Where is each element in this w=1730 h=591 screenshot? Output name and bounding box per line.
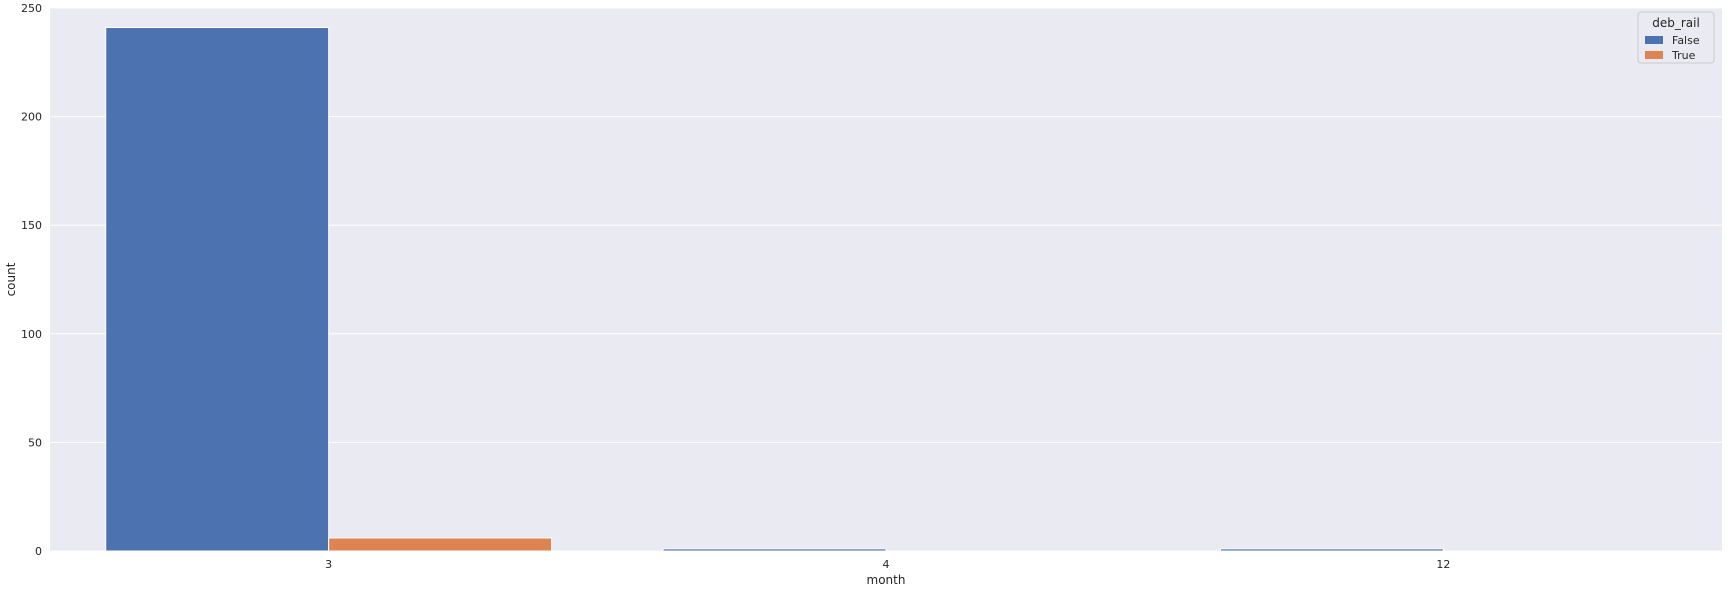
x-axis-label: month bbox=[867, 573, 906, 587]
bar-true-3 bbox=[328, 537, 553, 552]
chart-container: 0 50 100 150 200 250 3 4 12 month count deb_rai… bbox=[0, 0, 1730, 591]
legend-title: deb_rail bbox=[1652, 16, 1700, 30]
bar-chart: 0 50 100 150 200 250 3 4 12 month count deb_rai… bbox=[4, 2, 1722, 587]
legend-swatch-false bbox=[1645, 36, 1663, 44]
y-tick-label: 100 bbox=[21, 328, 42, 341]
legend-label-true: True bbox=[1671, 49, 1696, 62]
y-tick-label: 0 bbox=[35, 545, 42, 558]
bar-false-4 bbox=[662, 548, 887, 552]
x-tick-label: 4 bbox=[883, 558, 890, 571]
y-tick-label: 50 bbox=[28, 436, 42, 449]
y-tick-label: 250 bbox=[21, 2, 42, 15]
x-tick-label: 12 bbox=[1436, 558, 1450, 571]
legend-label-false: False bbox=[1672, 34, 1700, 47]
x-axis-ticks: 3 4 12 bbox=[325, 558, 1450, 571]
legend: deb_rail False True bbox=[1637, 11, 1715, 64]
bar-false-3 bbox=[105, 27, 330, 552]
y-axis-label: count bbox=[4, 262, 18, 296]
y-axis-ticks: 0 50 100 150 200 250 bbox=[21, 2, 42, 558]
bar-false-12 bbox=[1219, 548, 1444, 552]
x-tick-label: 3 bbox=[325, 558, 332, 571]
legend-swatch-true bbox=[1645, 51, 1663, 59]
y-tick-label: 150 bbox=[21, 219, 42, 232]
y-tick-label: 200 bbox=[21, 111, 42, 124]
